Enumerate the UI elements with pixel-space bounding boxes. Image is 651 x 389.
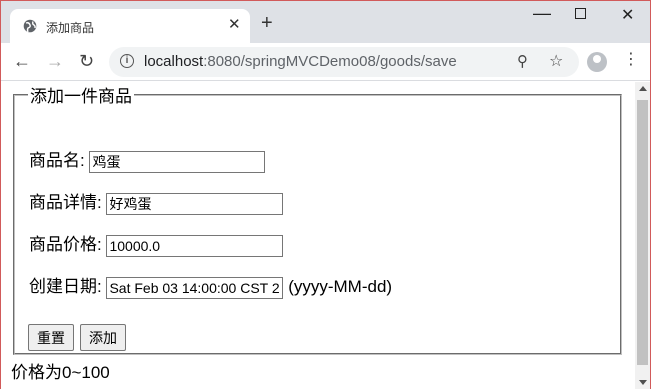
- bookmark-star-icon[interactable]: ☆: [549, 51, 563, 71]
- menu-icon[interactable]: ⋮: [623, 51, 639, 69]
- price-input[interactable]: [106, 234, 284, 257]
- browser-tab[interactable]: 添加商品 ✕: [10, 9, 250, 43]
- vertical-scrollbar[interactable]: [635, 82, 650, 389]
- form-legend: 添加一件商品: [30, 87, 132, 106]
- zoom-icon[interactable]: ⚲: [517, 52, 528, 70]
- name-input[interactable]: [89, 150, 266, 173]
- scroll-down-arrow-icon[interactable]: [639, 380, 647, 385]
- date-format-hint: (yyyy-MM-dd): [288, 277, 393, 296]
- url-path: :8080/springMVCDemo08/goods/save: [203, 53, 457, 70]
- url-text[interactable]: localhost:8080/springMVCDemo08/goods/sav…: [144, 53, 457, 70]
- tab-close-icon[interactable]: ✕: [228, 17, 241, 33]
- site-info-icon[interactable]: i: [120, 54, 134, 68]
- price-label: 商品价格:: [29, 235, 102, 254]
- date-row: 创建日期: (yyyy-MM-dd): [29, 272, 392, 299]
- scroll-up-arrow-icon[interactable]: [639, 86, 647, 91]
- new-tab-button[interactable]: +: [261, 13, 273, 33]
- name-label: 商品名:: [29, 151, 85, 170]
- reset-button[interactable]: 重置: [28, 324, 74, 351]
- goods-form: 添加一件商品 商品名: 商品详情: 商品价格: 创建日期: (yyyy-MM-d…: [13, 82, 622, 355]
- maximize-button[interactable]: [575, 8, 586, 19]
- browser-toolbar: ← → ↻ i localhost:8080/springMVCDemo08/g…: [1, 43, 650, 81]
- detail-label: 商品详情:: [29, 193, 102, 212]
- price-hint-text: 价格为0~100: [11, 363, 110, 382]
- browser-window: 添加商品 ✕ + — ✕ ← → ↻ i localhost:8080/spri…: [0, 0, 651, 389]
- globe-icon: [23, 19, 37, 33]
- profile-avatar[interactable]: [587, 52, 607, 72]
- minimize-button[interactable]: —: [533, 3, 551, 24]
- date-input[interactable]: [106, 276, 284, 299]
- back-button[interactable]: ←: [13, 51, 31, 71]
- page-content: 添加一件商品 商品名: 商品详情: 商品价格: 创建日期: (yyyy-MM-d…: [1, 82, 635, 389]
- scrollbar-thumb[interactable]: [637, 100, 648, 365]
- detail-input[interactable]: [106, 192, 284, 215]
- forward-button[interactable]: →: [46, 51, 64, 71]
- address-bar[interactable]: i localhost:8080/springMVCDemo08/goods/s…: [109, 47, 579, 77]
- tab-strip: 添加商品 ✕ + — ✕: [1, 1, 650, 43]
- name-row: 商品名:: [29, 146, 266, 173]
- price-row: 商品价格:: [29, 230, 284, 257]
- add-button[interactable]: 添加: [80, 324, 126, 351]
- reload-button[interactable]: ↻: [79, 51, 94, 71]
- detail-row: 商品详情:: [29, 188, 284, 215]
- close-window-button[interactable]: ✕: [621, 5, 634, 25]
- url-host: localhost: [144, 53, 204, 70]
- date-label: 创建日期:: [29, 277, 102, 296]
- tab-title: 添加商品: [46, 21, 95, 35]
